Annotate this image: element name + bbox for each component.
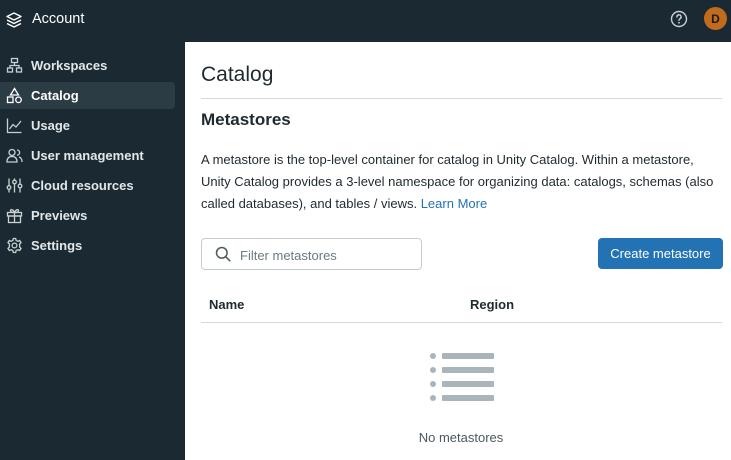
sidebar-item-previews[interactable]: Previews [0,202,175,229]
sidebar-item-label: User management [31,148,144,163]
sidebar-item-label: Previews [31,208,88,223]
sidebar-item-user-management[interactable]: User management [0,142,175,169]
gear-icon [7,237,22,254]
search-icon [215,246,231,262]
column-header-name[interactable]: Name [209,297,244,312]
sidebar-item-label: Workspaces [31,58,108,73]
title-divider [201,98,722,99]
help-icon[interactable] [670,10,688,28]
stack-logo-icon[interactable] [5,11,23,29]
column-header-region[interactable]: Region [470,297,514,312]
sliders-icon [6,178,23,193]
sidebar-item-label: Catalog [31,88,79,103]
users-icon [6,148,23,163]
sidebar-item-workspaces[interactable]: Workspaces [0,52,175,79]
sidebar-item-usage[interactable]: Usage [0,112,175,139]
main-content: Catalog Metastores A metastore is the to… [185,42,731,460]
search-box[interactable] [201,238,422,270]
gift-icon [6,209,23,224]
catalog-icon [6,87,22,104]
sidebar-item-label: Cloud resources [31,178,134,193]
sidebar: Workspaces Catalog Usage User management [0,42,185,460]
page-title: Catalog [201,63,274,86]
description: A metastore is the top-level container f… [201,149,726,215]
empty-list-icon [430,353,494,401]
sidebar-item-cloud-resources[interactable]: Cloud resources [0,172,175,199]
workspaces-icon [6,57,23,73]
create-metastore-button[interactable]: Create metastore [598,238,723,269]
app-title: Account [32,11,85,27]
usage-chart-icon [6,118,22,134]
sidebar-item-catalog[interactable]: Catalog [0,82,175,109]
sidebar-item-label: Settings [31,238,83,253]
learn-more-link[interactable]: Learn More [421,196,487,211]
top-bar: Account D [0,0,731,42]
search-input[interactable] [238,244,417,266]
avatar[interactable]: D [704,7,727,30]
section-title: Metastores [201,110,291,129]
sidebar-item-label: Usage [31,118,71,133]
table-header-divider [201,322,722,323]
empty-state-text: No metastores [418,430,504,445]
sidebar-item-settings[interactable]: Settings [0,232,175,259]
